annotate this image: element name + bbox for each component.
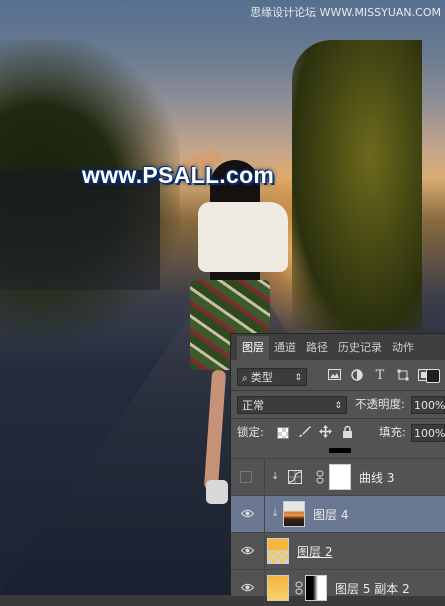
filter-kind-select[interactable]: ⌕ 类型 ⇕ (237, 368, 307, 386)
eye-icon[interactable] (240, 508, 254, 520)
fill-label: 填充: (379, 425, 406, 439)
divider (231, 390, 445, 391)
girl-left-shoe (206, 480, 228, 504)
girl-left-leg (203, 369, 227, 491)
curves-adjustment-icon (288, 470, 302, 484)
tab-paths[interactable]: 路径 (301, 336, 333, 360)
girl-white-top (198, 202, 288, 272)
divider (264, 570, 265, 606)
tab-actions[interactable]: 动作 (387, 336, 419, 360)
layer-name[interactable]: 图层 4 (313, 506, 348, 523)
chain-link-icon[interactable] (292, 581, 306, 595)
layer-row-layer-2[interactable]: 图层 2 (231, 532, 445, 569)
chain-link-icon[interactable] (313, 470, 327, 484)
type-filter-icon[interactable]: T (373, 369, 387, 383)
lock-all-icon[interactable] (340, 425, 354, 439)
filter-kind-value: 类型 (250, 371, 273, 384)
divider (264, 459, 265, 495)
watermark-psall: www.PSALL.com (82, 162, 275, 188)
layer-name[interactable]: 图层 2 (297, 543, 332, 560)
adjustment-filter-icon[interactable] (350, 369, 364, 383)
opacity-input[interactable]: 100% (411, 396, 445, 414)
lock-move-icon[interactable] (318, 425, 332, 439)
panel-tab-bar: 图层 通道 路径 历史记录 动作 (231, 334, 445, 360)
watermark-top: 思缘设计论坛 WWW.MISSYUAN.COM (250, 6, 441, 19)
layer-mask-thumbnail[interactable] (305, 575, 327, 601)
layer-thumbnail[interactable] (267, 575, 289, 601)
clipping-arrow-icon: ↓ (271, 471, 280, 482)
layer-name[interactable]: 曲线 3 (359, 469, 394, 486)
fill-input[interactable]: 100% (411, 424, 445, 442)
visibility-toggle-off[interactable] (240, 471, 252, 483)
eye-icon[interactable] (240, 545, 254, 557)
opacity-label: 不透明度: (355, 397, 405, 411)
search-icon: ⌕ (242, 373, 251, 384)
layer-row-curves-3[interactable]: ↓ 曲线 3 (231, 458, 445, 495)
chevron-down-icon: ⇕ (294, 373, 302, 383)
lock-label: 锁定: (237, 425, 264, 439)
layers-panel: 图层 通道 路径 历史记录 动作 ⌕ 类型 ⇕ T 正常 ⇕ 不透明度: 100… (230, 333, 445, 606)
layer-mask-thumbnail[interactable] (329, 464, 351, 490)
layer-row-layer-4[interactable]: ↓ 图层 4 (231, 495, 445, 532)
layer-name[interactable]: 图层 5 副本 2 (335, 580, 410, 597)
divider (231, 418, 445, 419)
lock-paint-icon[interactable] (297, 425, 311, 439)
filter-toggle-switch[interactable] (426, 369, 440, 383)
shape-filter-icon[interactable] (396, 369, 410, 383)
blend-row: 正常 ⇕ 不透明度: 100% (231, 394, 445, 416)
lock-transparent-icon[interactable] (277, 427, 289, 439)
eye-icon[interactable] (240, 582, 254, 594)
tab-history[interactable]: 历史记录 (333, 336, 387, 360)
layer-filter-row: ⌕ 类型 ⇕ T (231, 366, 445, 388)
clipping-arrow-icon: ↓ (271, 508, 280, 519)
blend-mode-value: 正常 (242, 399, 264, 412)
tab-channels[interactable]: 通道 (269, 336, 301, 360)
layer-row-layer-5-copy-2[interactable]: 图层 5 副本 2 (231, 569, 445, 606)
tab-layers[interactable]: 图层 (237, 336, 269, 360)
divider (264, 533, 265, 569)
layer-thumbnail[interactable] (267, 538, 289, 564)
chevron-down-icon: ⇕ (334, 401, 342, 411)
thumbnail-fill (268, 539, 288, 550)
layer-thumbnail[interactable] (283, 501, 305, 527)
image-filter-icon[interactable] (327, 369, 341, 383)
layer-thumb-stub (329, 448, 351, 453)
blend-mode-select[interactable]: 正常 ⇕ (237, 396, 347, 414)
lock-row: 锁定: 填充: 100% (231, 422, 445, 444)
right-tree-row (292, 40, 422, 330)
divider (264, 496, 265, 532)
